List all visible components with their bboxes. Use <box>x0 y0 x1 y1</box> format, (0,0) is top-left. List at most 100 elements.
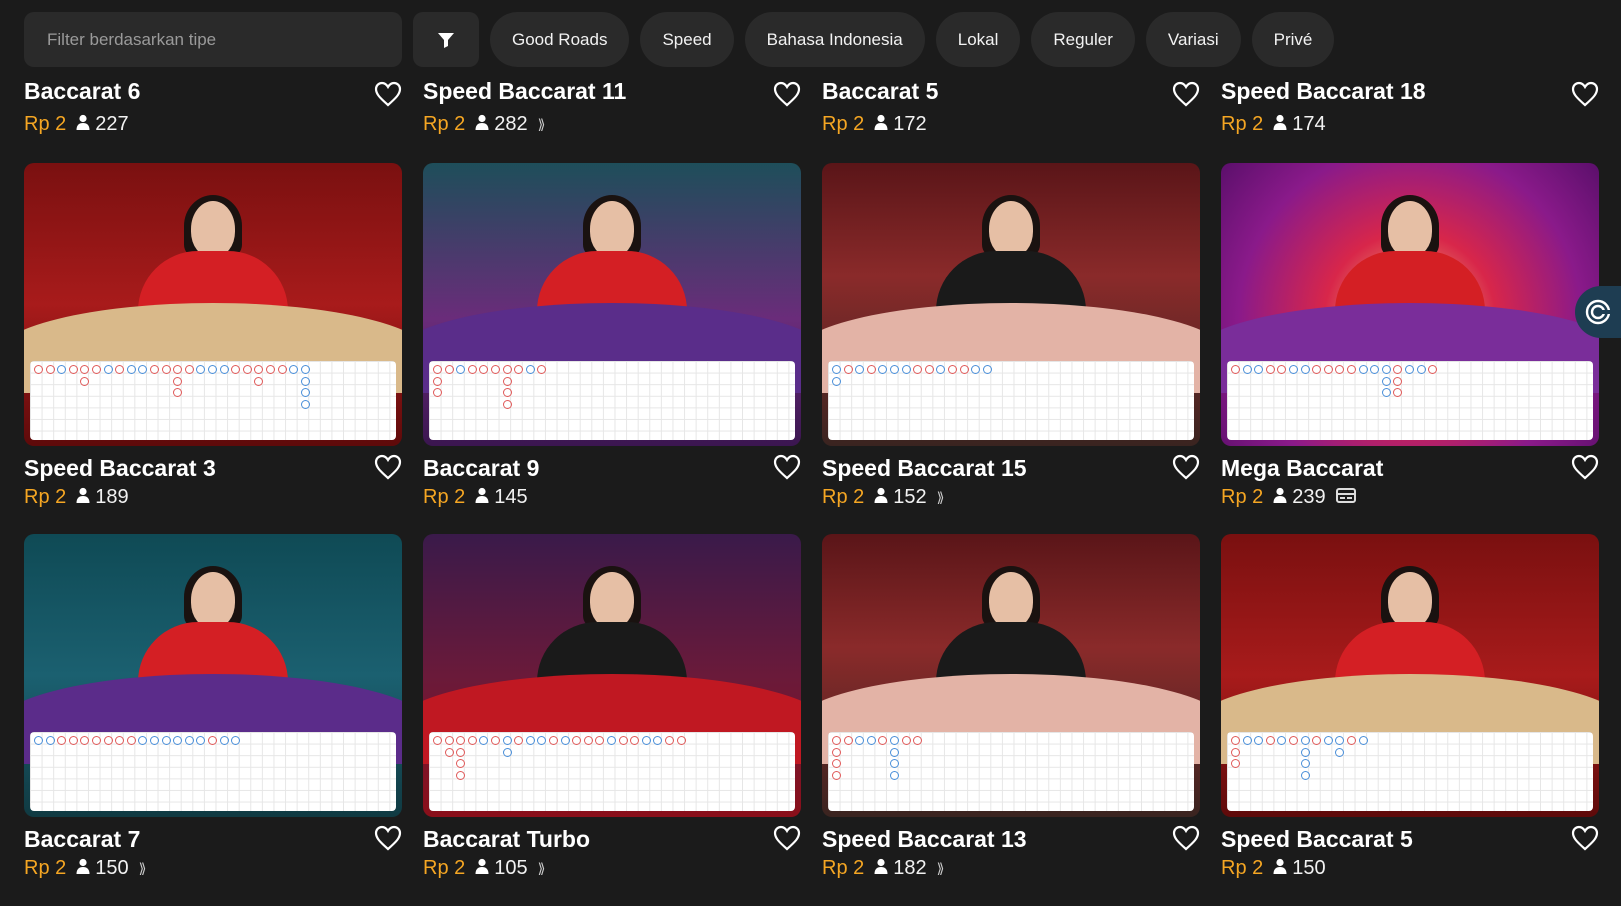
game-thumbnail[interactable] <box>423 534 801 817</box>
chip-good-roads[interactable]: Good Roads <box>490 12 630 67</box>
road-bead <box>45 736 55 745</box>
player-count: 282 <box>475 113 528 136</box>
road-bead <box>254 376 264 386</box>
favorite-heart-icon[interactable] <box>773 81 801 107</box>
side-widget-button[interactable] <box>1575 286 1621 338</box>
favorite-heart-icon[interactable] <box>1172 825 1200 851</box>
road-bead <box>150 365 159 374</box>
sound-icon: ⟫ <box>936 860 945 876</box>
road-bead <box>1231 365 1240 374</box>
person-icon <box>874 486 888 509</box>
road-bead <box>1381 376 1391 386</box>
player-count-value: 150 <box>95 857 129 879</box>
player-count: 227 <box>76 113 129 136</box>
game-thumbnail[interactable] <box>24 534 402 817</box>
road-bead <box>641 736 651 745</box>
road-bead <box>1254 736 1264 745</box>
game-thumbnail[interactable] <box>1221 534 1599 817</box>
chip-prive[interactable]: Privé <box>1251 12 1335 67</box>
chip-variasi[interactable]: Variasi <box>1145 12 1241 67</box>
road-bead <box>34 365 43 374</box>
road-bead <box>832 770 841 780</box>
road-bead <box>231 365 241 374</box>
road-bead <box>832 759 841 769</box>
road-bead <box>115 365 125 374</box>
road-bead <box>832 376 841 386</box>
favorite-heart-icon[interactable] <box>1571 81 1599 107</box>
favorite-heart-icon[interactable] <box>374 81 402 107</box>
road-bead <box>277 365 287 374</box>
bead-road <box>1227 732 1593 811</box>
game-title: Speed Baccarat 5 <box>1221 826 1413 852</box>
favorite-heart-icon[interactable] <box>374 825 402 851</box>
game-card[interactable]: Speed Baccarat 15 Rp 2 152 ⟫ <box>822 163 1200 508</box>
favorite-heart-icon[interactable] <box>773 825 801 851</box>
table-meta: Rp 2 145 <box>423 486 528 509</box>
game-title: Baccarat 9 <box>423 455 540 481</box>
road-bead <box>456 365 466 374</box>
favorite-heart-icon[interactable] <box>1571 825 1599 851</box>
chip-lokal[interactable]: Lokal <box>935 12 1021 67</box>
filter-input[interactable] <box>47 29 379 50</box>
road-bead <box>1358 736 1368 745</box>
road-bead <box>1300 736 1310 745</box>
road-bead <box>832 365 841 374</box>
game-thumbnail[interactable] <box>423 163 801 446</box>
road-bead <box>173 388 183 398</box>
player-count-value: 189 <box>95 486 129 508</box>
road-bead <box>525 736 535 745</box>
road-bead <box>866 736 876 745</box>
person-icon <box>76 857 90 880</box>
chip-reguler[interactable]: Reguler <box>1031 12 1135 67</box>
favorite-heart-icon[interactable] <box>1172 81 1200 107</box>
player-count: 152 <box>874 486 927 509</box>
road-bead <box>502 376 512 386</box>
road-bead <box>456 759 466 769</box>
favorite-heart-icon[interactable] <box>1172 454 1200 480</box>
game-card[interactable]: Speed Baccarat 5 Rp 2 150 <box>1221 534 1599 879</box>
game-card[interactable]: Baccarat 9 Rp 2 145 <box>423 163 801 508</box>
table-meta: Rp 2 189 <box>24 486 129 509</box>
road-bead <box>1335 747 1345 757</box>
game-title: Baccarat 6 <box>24 78 141 104</box>
player-count: 174 <box>1273 113 1326 136</box>
road-bead <box>1254 365 1264 374</box>
game-card[interactable]: Baccarat 7 Rp 2 150 ⟫ <box>24 534 402 879</box>
game-card[interactable]: Baccarat Turbo Rp 2 105 ⟫ <box>423 534 801 879</box>
road-bead <box>502 747 512 757</box>
filter-search-box[interactable] <box>24 12 402 67</box>
road-bead <box>1358 365 1368 374</box>
favorite-heart-icon[interactable] <box>1571 454 1599 480</box>
road-bead <box>103 365 113 374</box>
game-thumbnail[interactable] <box>24 163 402 446</box>
bet-price: Rp 2 <box>822 113 865 135</box>
game-thumbnail[interactable] <box>1221 163 1599 446</box>
road-bead <box>138 365 148 374</box>
favorite-heart-icon[interactable] <box>773 454 801 480</box>
dealer-face <box>590 572 634 628</box>
person-icon <box>76 113 90 136</box>
bet-price: Rp 2 <box>1221 857 1264 879</box>
game-card[interactable]: Speed Baccarat 13 Rp 2 182 ⟫ <box>822 534 1200 879</box>
road-bead <box>1381 365 1391 374</box>
table-meta: Rp 2 105 ⟫ <box>423 857 545 880</box>
person-icon <box>1273 486 1287 509</box>
filter-button[interactable] <box>413 12 479 67</box>
dealer-face <box>590 201 634 257</box>
funnel-icon <box>438 32 454 48</box>
road-bead <box>1335 736 1345 745</box>
chip-speed[interactable]: Speed <box>640 12 734 67</box>
dealer-face <box>989 201 1033 257</box>
game-thumbnail[interactable] <box>822 163 1200 446</box>
road-bead <box>80 736 90 745</box>
game-card[interactable]: Speed Baccarat 3 Rp 2 189 <box>24 163 402 508</box>
road-bead <box>1242 736 1252 745</box>
road-bead <box>653 736 663 745</box>
road-bead <box>300 376 310 386</box>
chip-bahasa-indonesia[interactable]: Bahasa Indonesia <box>744 12 925 67</box>
road-bead <box>890 747 899 757</box>
game-card[interactable]: Mega Baccarat Rp 2 239 <box>1221 163 1599 508</box>
game-thumbnail[interactable] <box>822 534 1200 817</box>
favorite-heart-icon[interactable] <box>374 454 402 480</box>
table-meta: Rp 2 182 ⟫ <box>822 857 944 880</box>
